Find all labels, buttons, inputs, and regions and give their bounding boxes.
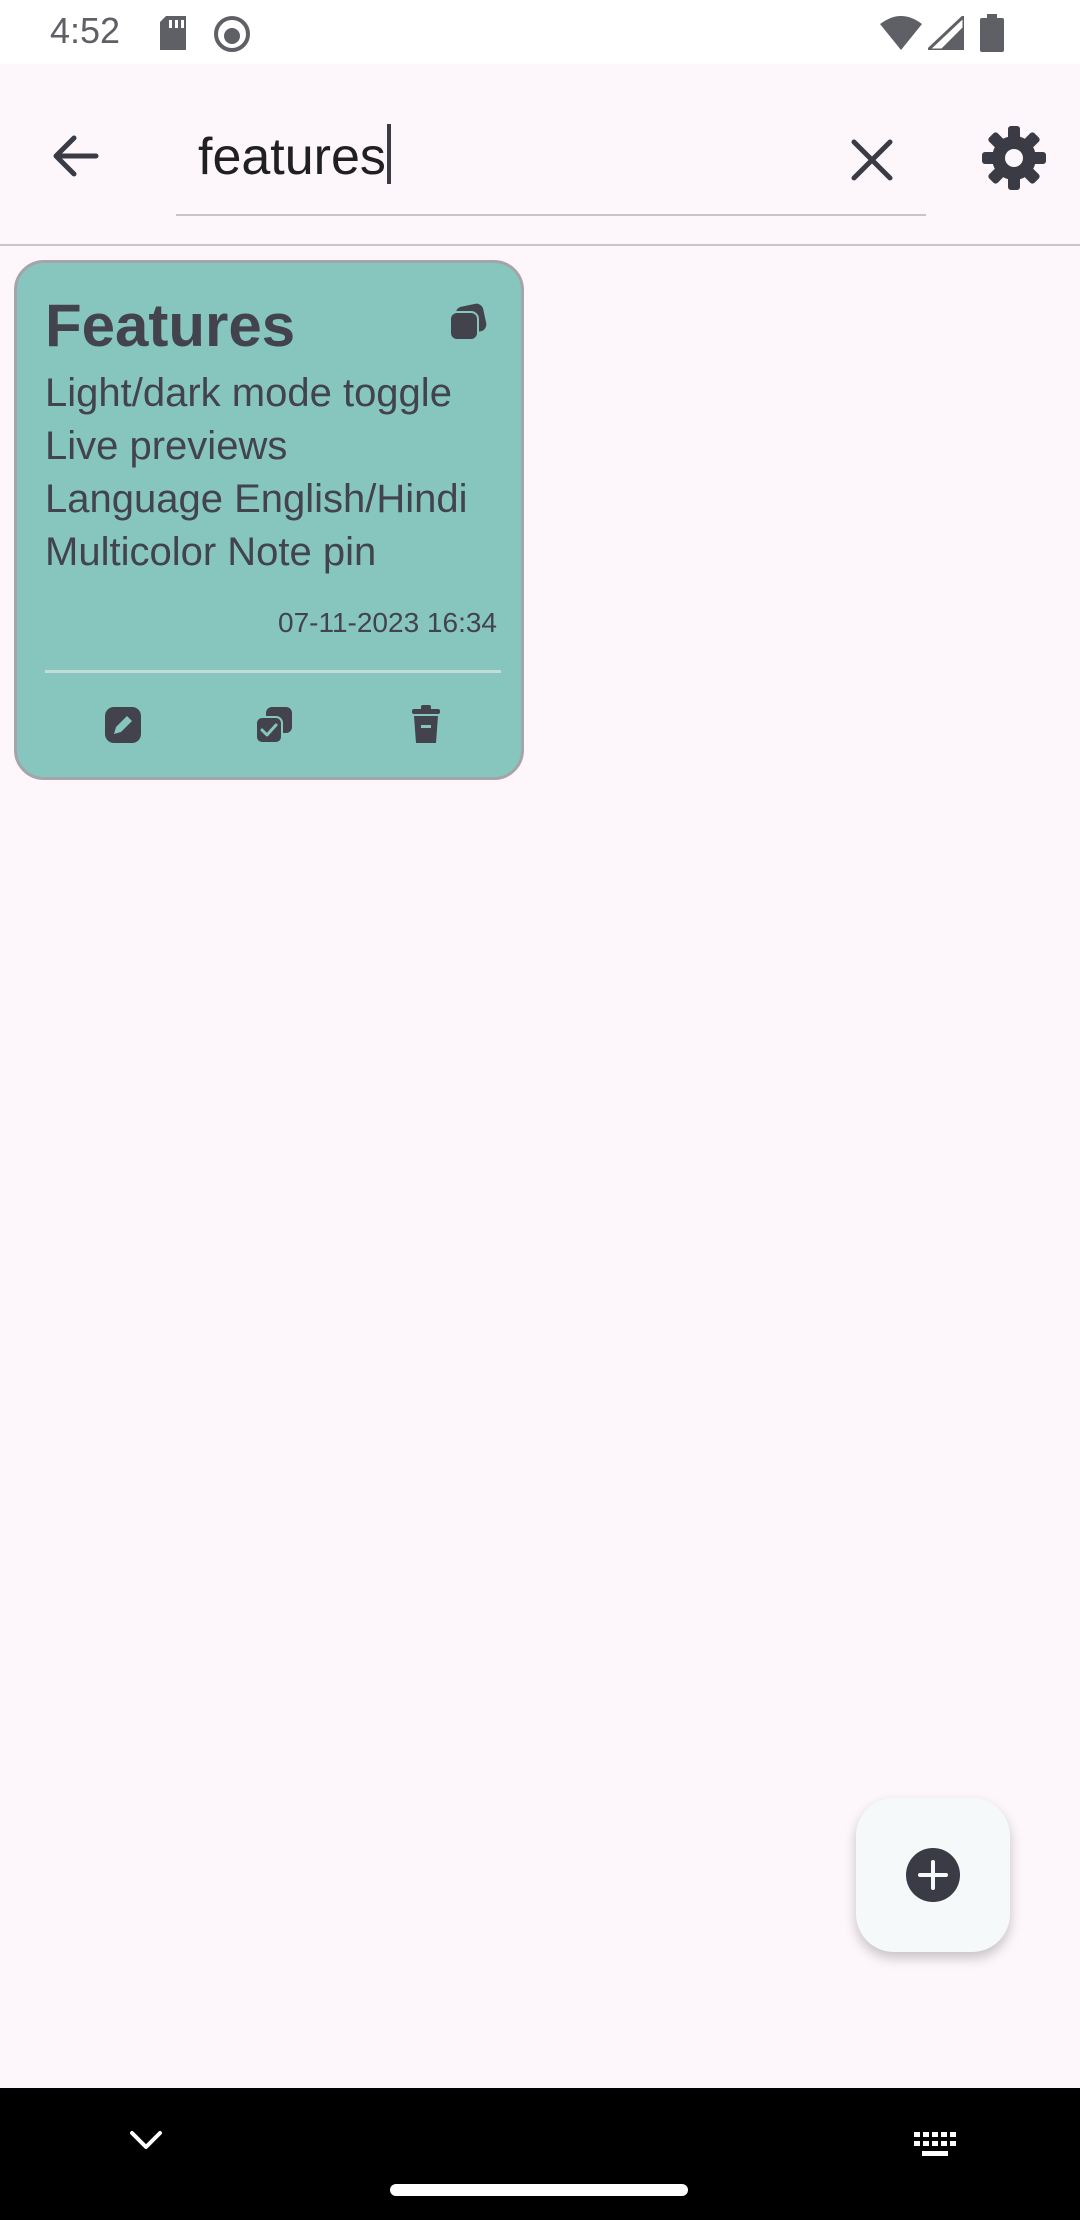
note-title: Features — [45, 292, 296, 359]
note-date: 07-11-2023 16:34 — [278, 607, 497, 638]
search-query[interactable]: features — [198, 124, 391, 187]
copy-icon[interactable] — [252, 703, 296, 747]
note-content: Light/dark mode toggle Live previews Lan… — [45, 367, 505, 579]
plus-icon — [906, 1848, 960, 1902]
status-time: 4:52 — [50, 10, 121, 51]
home-handle[interactable] — [390, 2184, 688, 2196]
navigation-bar — [0, 2088, 1080, 2220]
note-line: Multicolor Note pin — [45, 530, 377, 574]
wifi-icon — [880, 16, 922, 50]
note-line: Light/dark mode toggle — [45, 371, 452, 415]
edit-icon[interactable] — [101, 703, 145, 747]
close-icon[interactable] — [840, 128, 904, 192]
divider — [45, 670, 501, 673]
pin-icon[interactable] — [447, 303, 487, 343]
note-line: Language English/Hindi — [45, 477, 468, 521]
chevron-down-icon[interactable] — [128, 2128, 164, 2152]
gear-icon[interactable] — [978, 122, 1050, 194]
signal-icon — [928, 16, 964, 50]
keyboard-icon[interactable] — [912, 2130, 958, 2160]
app-notification-icon — [214, 16, 250, 52]
battery-icon — [980, 14, 1004, 52]
search-toolbar: features — [0, 64, 1080, 246]
trash-icon[interactable] — [404, 703, 448, 747]
note-card[interactable]: Features Light/dark mode toggle Live pre… — [14, 260, 524, 780]
back-arrow-icon[interactable] — [44, 124, 108, 188]
search-input[interactable]: features — [176, 104, 926, 216]
sd-card-icon — [160, 16, 186, 50]
note-line: Live previews — [45, 424, 288, 468]
add-note-button[interactable] — [856, 1798, 1010, 1952]
status-bar: 4:52 — [0, 0, 1080, 64]
text-cursor — [386, 124, 391, 184]
